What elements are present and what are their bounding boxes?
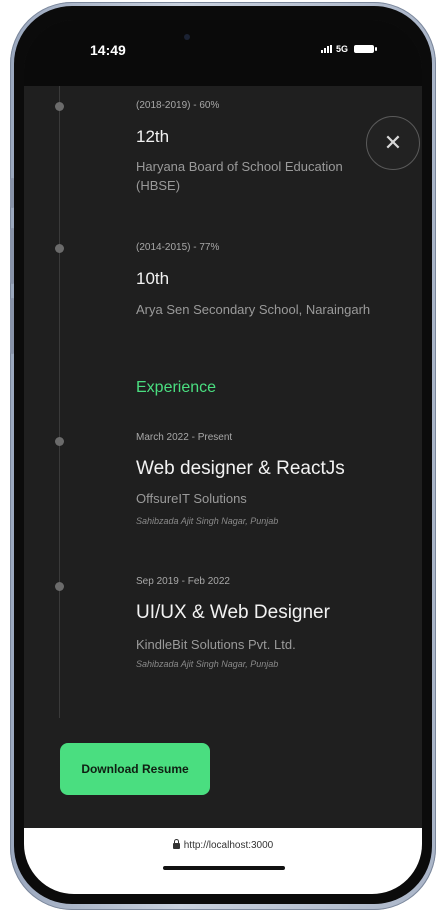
front-camera: [184, 34, 190, 40]
battery-icon: [354, 45, 377, 53]
address-bar[interactable]: http://localhost:3000: [24, 839, 422, 851]
education-title: 10th: [136, 269, 170, 288]
close-button[interactable]: ✕: [366, 116, 420, 170]
signal-icon: [320, 45, 332, 53]
home-indicator[interactable]: [163, 866, 285, 870]
education-date: (2018-2019) - 60%: [136, 100, 220, 111]
timeline-dot: [55, 244, 64, 253]
experience-title: UI/UX & Web Designer: [136, 602, 330, 623]
timeline-dot: [55, 102, 64, 111]
education-institution: Haryana Board of School Education (HBSE): [136, 159, 343, 193]
phone-screen: 14:49 5G (2018-2019) - 60% 12th Haryana …: [24, 20, 422, 894]
status-bar: 14:49 5G: [24, 20, 422, 86]
experience-date: Sep 2019 - Feb 2022: [136, 576, 230, 587]
education-date: (2014-2015) - 77%: [136, 242, 220, 253]
education-title: 12th: [136, 127, 170, 146]
network-type: 5G: [335, 44, 348, 54]
timeline-line: [59, 86, 60, 718]
browser-url-bar: http://localhost:3000: [24, 828, 422, 894]
experience-heading: Experience: [136, 379, 217, 396]
experience-title: Web designer & ReactJs: [136, 458, 345, 479]
experience-company: KindleBit Solutions Pvt. Ltd.: [136, 637, 296, 652]
download-resume-button[interactable]: Download Resume: [60, 743, 210, 795]
network-status: 5G: [320, 44, 377, 54]
url-text: http://localhost:3000: [183, 840, 274, 851]
experience-company: OffsureIT Solutions: [136, 491, 247, 506]
experience-date: March 2022 - Present: [136, 432, 233, 443]
experience-location: Sahibzada Ajit Singh Nagar, Punjab: [136, 659, 279, 669]
experience-location: Sahibzada Ajit Singh Nagar, Punjab: [136, 516, 279, 526]
education-institution: Arya Sen Secondary School, Naraingarh: [136, 302, 371, 317]
lock-icon: [172, 839, 180, 849]
timeline-dot: [55, 437, 64, 446]
timeline-dot: [55, 582, 64, 591]
close-icon: ✕: [383, 130, 403, 155]
status-time: 14:49: [90, 42, 126, 58]
